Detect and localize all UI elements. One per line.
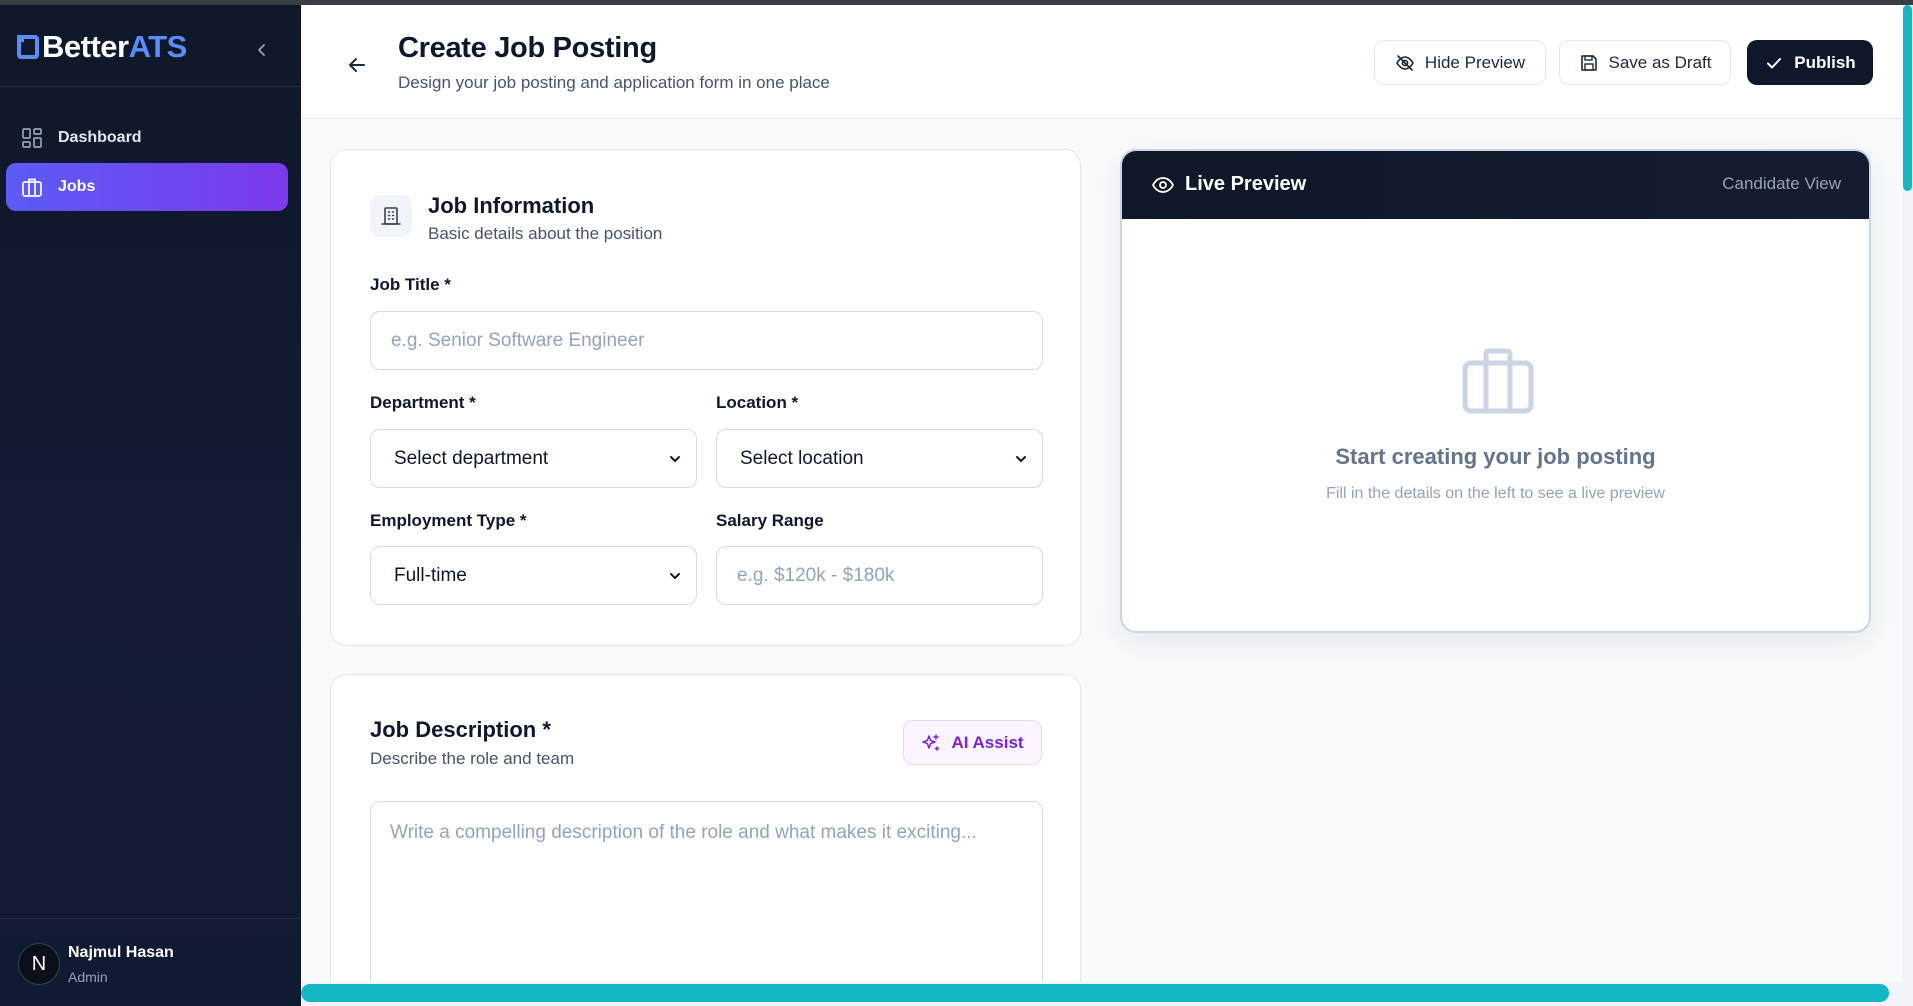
save-draft-button[interactable]: Save as Draft: [1559, 40, 1731, 85]
logo-mark-icon: [17, 35, 39, 59]
job-description-textarea[interactable]: Write a compelling description of the ro…: [370, 801, 1043, 1006]
job-title-label: Job Title *: [370, 275, 451, 294]
briefcase-icon: [21, 176, 43, 198]
candidate-view-label: Candidate View: [1722, 174, 1841, 193]
user-role: Admin: [68, 969, 108, 985]
publish-label: Publish: [1794, 52, 1856, 72]
chevron-down-icon: [668, 452, 682, 466]
brand-logo[interactable]: BetterATS: [17, 27, 187, 67]
sidebar-item-dashboard[interactable]: Dashboard: [6, 114, 288, 162]
sidebar-footer-divider: [0, 918, 301, 919]
vertical-scrollbar[interactable]: [1902, 5, 1913, 1006]
sparkles-icon: [921, 733, 941, 753]
hide-preview-button[interactable]: Hide Preview: [1374, 40, 1546, 85]
check-icon: [1764, 53, 1784, 73]
live-preview-panel: Live Preview Candidate View Start creati…: [1120, 149, 1871, 633]
arrow-left-icon: [349, 58, 365, 72]
job-title-input[interactable]: e.g. Senior Software Engineer: [370, 311, 1043, 370]
publish-button[interactable]: Publish: [1747, 40, 1873, 85]
chevron-down-icon: [668, 569, 682, 583]
department-select[interactable]: Select department: [370, 429, 697, 488]
avatar[interactable]: N: [18, 943, 60, 985]
chevron-left-icon: [258, 44, 265, 56]
preview-empty-subtitle: Fill in the details on the left to see a…: [1326, 485, 1665, 502]
page-header: Create Job Posting Design your job posti…: [301, 5, 1902, 119]
employment-type-label: Employment Type *: [370, 511, 527, 530]
brand-name-part1: Better: [42, 29, 129, 64]
briefcase-icon: [1460, 346, 1536, 416]
sidebar-item-jobs[interactable]: Jobs: [6, 163, 288, 211]
location-select-value: Select location: [740, 447, 864, 469]
page-subtitle: Design your job posting and application …: [398, 73, 830, 92]
sidebar-item-label: Jobs: [58, 178, 96, 195]
salary-range-label: Salary Range: [716, 511, 824, 530]
section-title: Job Description *: [370, 717, 551, 742]
user-name: Najmul Hasan: [68, 944, 174, 961]
save-draft-label: Save as Draft: [1608, 52, 1712, 72]
eye-off-icon: [1395, 53, 1415, 73]
dashboard-grid-icon: [21, 127, 43, 149]
employment-type-select-value: Full-time: [394, 564, 467, 586]
sidebar-item-label: Dashboard: [58, 129, 142, 146]
department-select-value: Select department: [394, 447, 549, 469]
sidebar: BetterATS Dashboard Jobs N Najmul Hasan …: [0, 5, 301, 1006]
department-label: Department *: [370, 393, 476, 412]
job-description-card: Job Description * Describe the role and …: [330, 674, 1081, 1006]
location-label: Location *: [716, 393, 799, 412]
sidebar-divider: [0, 86, 301, 87]
vertical-scrollbar-thumb[interactable]: [1903, 5, 1912, 191]
hide-preview-label: Hide Preview: [1424, 52, 1526, 72]
section-subtitle: Basic details about the position: [428, 224, 663, 243]
brand-name-part2: ATS: [128, 29, 188, 64]
horizontal-scrollbar[interactable]: [301, 982, 1902, 1006]
ai-assist-button[interactable]: AI Assist: [903, 720, 1042, 765]
section-subtitle: Describe the role and team: [370, 749, 575, 768]
page-title: Create Job Posting: [398, 32, 657, 64]
collapse-sidebar-button[interactable]: [250, 38, 274, 62]
employment-type-select[interactable]: Full-time: [370, 546, 697, 605]
salary-range-input[interactable]: e.g. $120k - $180k: [716, 546, 1043, 605]
save-icon: [1579, 53, 1599, 73]
job-information-card: Job Information Basic details about the …: [330, 149, 1081, 646]
chevron-down-icon: [1014, 452, 1028, 466]
horizontal-scrollbar-thumb[interactable]: [301, 984, 1889, 1002]
preview-header: Live Preview Candidate View: [1122, 151, 1869, 219]
eye-icon: [1151, 173, 1175, 197]
location-select[interactable]: Select location: [716, 429, 1043, 488]
preview-title: Live Preview: [1185, 173, 1307, 195]
back-button[interactable]: [343, 51, 371, 79]
preview-empty-title: Start creating your job posting: [1335, 444, 1656, 469]
section-title: Job Information: [428, 193, 595, 218]
ai-assist-label: AI Assist: [951, 732, 1024, 752]
building-icon: [370, 195, 412, 237]
